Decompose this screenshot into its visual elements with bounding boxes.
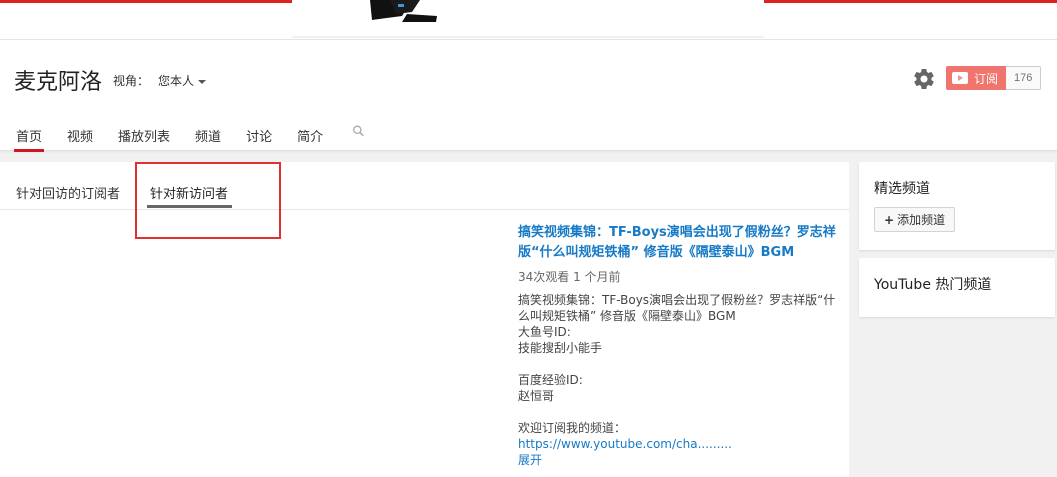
view-as-dropdown[interactable]: 您本人	[158, 72, 207, 89]
video-description: 搞笑视频集锦：TF-Boys演唱会出现了假粉丝？罗志祥版“什么叫规矩铁桶” 修音…	[518, 293, 836, 435]
caret-down-icon	[198, 79, 207, 84]
plus-icon: +	[884, 212, 895, 227]
tab-playlists[interactable]: 播放列表	[118, 122, 170, 151]
tab-discussion[interactable]: 讨论	[246, 122, 272, 151]
audience-subtabs: 针对回访的订阅者 针对新访问者	[0, 162, 849, 210]
popular-channels-card: YouTube 热门频道	[859, 258, 1055, 317]
subtab-returning-subscribers[interactable]: 针对回访的订阅者	[16, 183, 120, 202]
channel-tabs: 首页 视频 播放列表 频道 讨论 简介	[0, 122, 366, 152]
tab-channels[interactable]: 频道	[195, 122, 221, 151]
featured-video-info: 搞笑视频集锦：TF-Boys演唱会出现了假粉丝？罗志祥版“什么叫规矩铁桶” 修音…	[518, 223, 838, 468]
tab-home[interactable]: 首页	[13, 122, 45, 152]
video-title-link[interactable]: 搞笑视频集锦：TF-Boys演唱会出现了假粉丝？罗志祥版“什么叫规矩铁桶” 修音…	[518, 223, 838, 263]
subscribe-label: 订阅	[974, 71, 999, 86]
featured-channels-card: 精选频道 + 添加频道	[859, 162, 1055, 250]
banner-art-icon	[370, 0, 437, 22]
subscriber-count: 176	[1006, 66, 1042, 90]
view-as-value: 您本人	[158, 74, 195, 88]
channel-title: 麦克阿洛	[14, 70, 103, 95]
featured-channels-title: 精选频道	[874, 181, 930, 197]
channel-header: 麦克阿洛 视角： 您本人 订阅 176 首页 视频 播放列表 频道 讨论 简介	[0, 40, 1057, 152]
subscribe-label-area[interactable]: 订阅	[946, 66, 1007, 90]
main-content: 针对回访的订阅者 针对新访问者 搞笑视频集锦：TF-Boys演唱会出现了假粉丝？…	[0, 162, 849, 477]
tab-videos[interactable]: 视频	[67, 122, 93, 151]
search-icon[interactable]	[351, 122, 366, 137]
expand-link[interactable]: 展开	[518, 452, 838, 468]
channel-banner	[0, 0, 1057, 40]
add-channel-button[interactable]: + 添加频道	[874, 207, 956, 232]
view-as-label: 视角：	[113, 74, 150, 88]
play-icon	[952, 72, 968, 84]
tab-about[interactable]: 简介	[297, 122, 323, 151]
video-meta: 34次观看 1 个月前	[518, 270, 621, 284]
popular-channels-title: YouTube 热门频道	[874, 277, 992, 293]
channel-url-link[interactable]: https://www.youtube.com/cha.........	[518, 436, 838, 452]
highlight-box	[135, 162, 281, 239]
subscribe-button[interactable]: 订阅 176	[946, 66, 1042, 90]
add-channel-label: 添加频道	[897, 213, 946, 227]
gear-icon[interactable]	[912, 67, 936, 91]
